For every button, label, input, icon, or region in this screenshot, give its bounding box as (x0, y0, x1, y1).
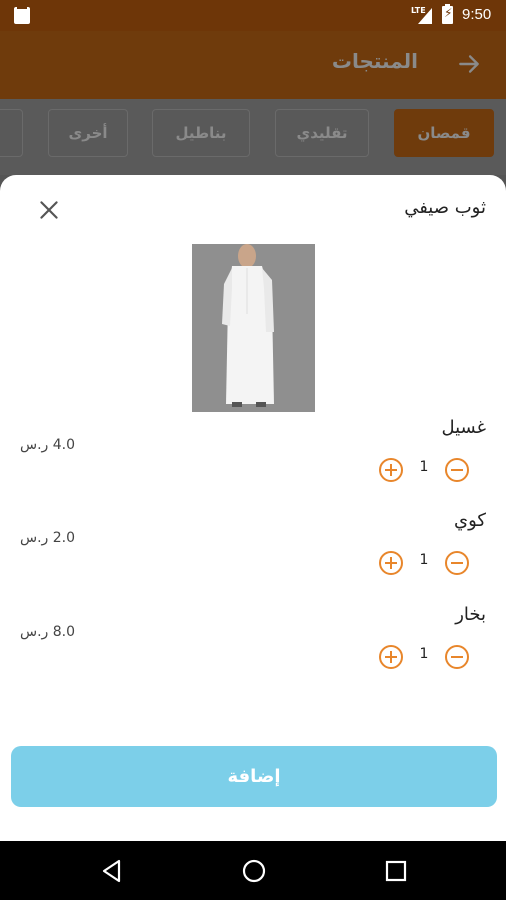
recents-square-icon[interactable] (382, 857, 410, 885)
quantity-stepper: 1 (378, 457, 470, 485)
plus-circle-icon[interactable] (378, 550, 404, 576)
tab-partial[interactable] (0, 109, 23, 157)
quantity-value: 1 (419, 459, 429, 475)
quantity-stepper: 1 (378, 644, 470, 672)
product-title: ثوب صيفي (404, 197, 486, 218)
product-image (192, 244, 315, 412)
minus-circle-icon[interactable] (444, 644, 470, 670)
quantity-value: 1 (419, 646, 429, 662)
service-price: 4.0 ر.س (20, 437, 76, 453)
add-button[interactable]: إضافة (11, 746, 497, 807)
tab-shirts[interactable]: قمصان (394, 109, 494, 157)
close-icon[interactable] (36, 197, 62, 223)
service-name: كوي (454, 510, 486, 531)
tab-pants[interactable]: بناطيل (152, 109, 250, 157)
plus-circle-icon[interactable] (378, 644, 404, 670)
quantity-value: 1 (419, 552, 429, 568)
system-nav-bar (0, 841, 506, 900)
tab-other[interactable]: أخرى (48, 109, 128, 157)
service-washing: غسيل 4.0 ر.س 1 (0, 417, 506, 507)
category-tabs: قمصان تقليدي بناطيل أخرى (0, 99, 506, 175)
product-sheet: ثوب صيفي غسيل 4.0 ر.س 1 كوي 2.0 ر.س 1 بخ… (0, 175, 506, 841)
service-steam: بخار 8.0 ر.س 1 (0, 604, 506, 694)
back-triangle-icon[interactable] (98, 857, 126, 885)
tab-traditional[interactable]: تقليدي (275, 109, 369, 157)
minus-circle-icon[interactable] (444, 550, 470, 576)
service-name: بخار (455, 604, 486, 625)
signal-icon (418, 8, 432, 24)
service-price: 2.0 ر.س (20, 530, 76, 546)
quantity-stepper: 1 (378, 550, 470, 578)
plus-circle-icon[interactable] (378, 457, 404, 483)
service-price: 8.0 ر.س (20, 624, 76, 640)
clock: 9:50 (462, 6, 492, 23)
service-ironing: كوي 2.0 ر.س 1 (0, 510, 506, 600)
arrow-right-icon[interactable] (456, 51, 482, 77)
page-title: المنتجات (331, 49, 418, 73)
status-bar: LTE ⚡ 9:50 (0, 0, 506, 31)
service-name: غسيل (441, 417, 486, 438)
minus-circle-icon[interactable] (444, 457, 470, 483)
app-bar: المنتجات (0, 31, 506, 99)
charging-icon: ⚡ (444, 6, 453, 20)
sd-card-icon (14, 5, 30, 24)
home-circle-icon[interactable] (240, 857, 268, 885)
